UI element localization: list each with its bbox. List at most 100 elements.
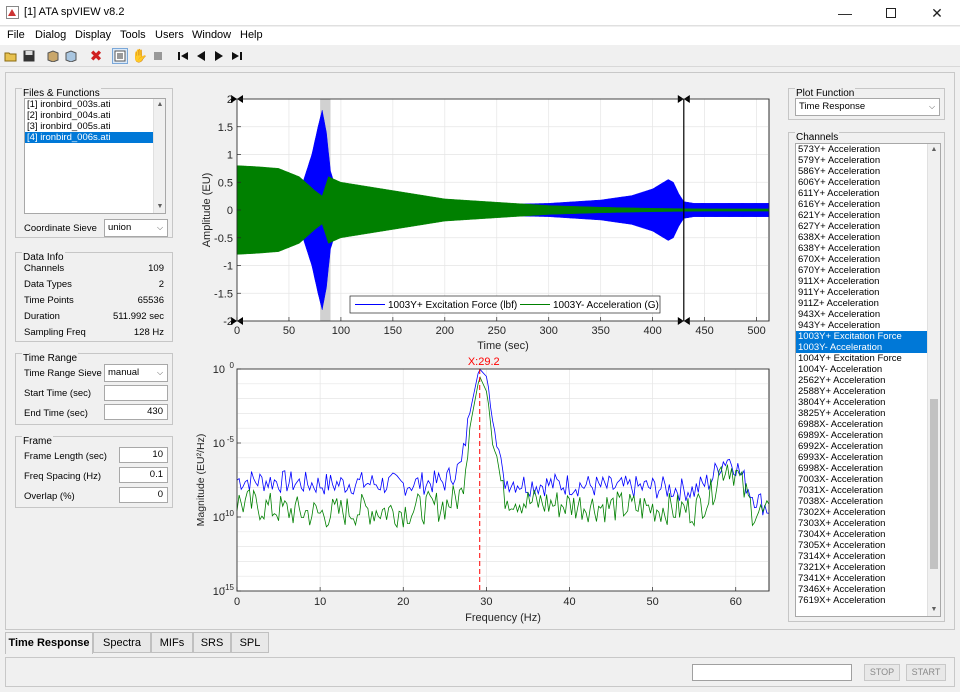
axis-label-y: Amplitude (EU) (201, 173, 213, 248)
channel-list-item[interactable]: 6993X- Acceleration (796, 452, 927, 463)
tab-spl[interactable]: SPL (231, 632, 269, 653)
channel-list-item[interactable]: 7038X- Acceleration (796, 496, 927, 507)
channel-list-item[interactable]: 638Y+ Acceleration (796, 243, 927, 254)
file-list-item[interactable]: [3] ironbird_005s.ati (25, 121, 165, 132)
channel-list-item[interactable]: 7321X+ Acceleration (796, 562, 927, 573)
save-icon[interactable] (21, 48, 37, 64)
pan-hand-icon[interactable]: ✋ (132, 48, 148, 64)
channel-list-item[interactable]: 3825Y+ Acceleration (796, 408, 927, 419)
channels-listbox[interactable]: 573Y+ Acceleration 579Y+ Acceleration 586Y… (795, 143, 941, 617)
progress-box (692, 664, 852, 681)
channel-list-item[interactable]: 611Y+ Acceleration (796, 188, 927, 199)
freq-spacing-input[interactable]: 0.1 (119, 467, 168, 483)
menu-dialog[interactable]: Dialog (35, 29, 66, 41)
data-info-title: Data Info (22, 252, 65, 263)
time-range-sieve-select[interactable]: manual ⌵ (104, 364, 168, 382)
channel-list-item[interactable]: 616Y+ Acceleration (796, 199, 927, 210)
channel-list-item[interactable]: 586Y+ Acceleration (796, 166, 927, 177)
start-time-input[interactable] (104, 385, 168, 401)
chevron-down-icon: ⌵ (156, 223, 164, 232)
scroll-down-icon[interactable]: ▼ (928, 604, 940, 616)
channel-list-item[interactable]: 7031X- Acceleration (796, 485, 927, 496)
channel-list-item[interactable]: 670X+ Acceleration (796, 254, 927, 265)
box-alt-icon[interactable] (63, 48, 79, 64)
channel-list-item[interactable]: 6989X- Acceleration (796, 430, 927, 441)
menu-display[interactable]: Display (75, 29, 111, 41)
coordinate-sieve-select[interactable]: union ⌵ (104, 219, 168, 237)
open-folder-icon[interactable] (3, 48, 19, 64)
channel-list-item[interactable]: 7305X+ Acceleration (796, 540, 927, 551)
channel-list-item[interactable]: 7314X+ Acceleration (796, 551, 927, 562)
menu-users[interactable]: Users (155, 29, 184, 41)
box-icon[interactable] (45, 48, 61, 64)
scroll-up-icon[interactable]: ▲ (154, 99, 165, 111)
channel-list-item[interactable]: 621Y+ Acceleration (796, 210, 927, 221)
overlap-input[interactable]: 0 (119, 487, 168, 503)
tab-srs[interactable]: SRS (193, 632, 231, 653)
tab-spectra[interactable]: Spectra (93, 632, 151, 653)
last-icon[interactable] (229, 48, 245, 64)
channel-list-item[interactable]: 7619X+ Acceleration (796, 595, 927, 606)
channel-list-item[interactable]: 3804Y+ Acceleration (796, 397, 927, 408)
scroll-down-icon[interactable]: ▼ (154, 201, 165, 213)
plot-function-select[interactable]: Time Response ⌵ (795, 98, 940, 116)
close-button[interactable]: ✕ (914, 0, 960, 26)
file-list-item[interactable]: [4] ironbird_006s.ati (25, 132, 165, 143)
channel-list-item[interactable]: 573Y+ Acceleration (796, 144, 927, 155)
menu-tools[interactable]: Tools (120, 29, 146, 41)
tick-label-x: 250 (488, 325, 506, 337)
first-icon[interactable] (175, 48, 191, 64)
channel-list-item[interactable]: 1003Y- Acceleration (796, 342, 927, 353)
channel-list-item[interactable]: 7341X+ Acceleration (796, 573, 927, 584)
maximize-button[interactable] (868, 0, 914, 26)
spectrum-plot[interactable]: X:29.20 10 20 30 40 50 6010-1510-1010 -510 0Freq… (195, 356, 770, 624)
start-button[interactable]: START (906, 664, 946, 681)
menu-help[interactable]: Help (240, 29, 263, 41)
channel-list-item[interactable]: 627Y+ Acceleration (796, 221, 927, 232)
channel-list-item[interactable]: 7304X+ Acceleration (796, 529, 927, 540)
channel-list-item[interactable]: 7302X+ Acceleration (796, 507, 927, 518)
channel-list-item[interactable]: 606Y+ Acceleration (796, 177, 927, 188)
tab-mifs[interactable]: MIFs (151, 632, 193, 653)
prev-icon[interactable] (193, 48, 209, 64)
channel-list-item[interactable]: 2562Y+ Acceleration (796, 375, 927, 386)
channel-list-item[interactable]: 943Y+ Acceleration (796, 320, 927, 331)
channel-list-item[interactable]: 7303X+ Acceleration (796, 518, 927, 529)
channel-list-item[interactable]: 579Y+ Acceleration (796, 155, 927, 166)
channel-list-item[interactable]: 1004Y+ Excitation Force (796, 353, 927, 364)
list-icon[interactable] (112, 48, 128, 64)
tab-time-response[interactable]: Time Response (5, 632, 93, 654)
scroll-up-icon[interactable]: ▲ (928, 144, 940, 156)
end-time-input[interactable]: 430 (104, 404, 168, 420)
frame-length-input[interactable]: 10 (119, 447, 168, 463)
menu-file[interactable]: File (7, 29, 25, 41)
channel-list-item[interactable]: 6988X- Acceleration (796, 419, 927, 430)
tick-label-x: 150 (384, 325, 402, 337)
channel-list-item[interactable]: 7003X- Acceleration (796, 474, 927, 485)
channel-list-item[interactable]: 911Y+ Acceleration (796, 287, 927, 298)
channel-list-item[interactable]: 7346X+ Acceleration (796, 584, 927, 595)
channel-list-item[interactable]: 6998X- Acceleration (796, 463, 927, 474)
menu-window[interactable]: Window (192, 29, 231, 41)
stop-button[interactable]: STOP (864, 664, 900, 681)
scroll-thumb[interactable] (930, 399, 938, 569)
channel-list-item[interactable]: 2588Y+ Acceleration (796, 386, 927, 397)
next-icon[interactable] (211, 48, 227, 64)
channel-list-item[interactable]: 1003Y+ Excitation Force (796, 331, 927, 342)
channel-list-item[interactable]: 670Y+ Acceleration (796, 265, 927, 276)
file-list-item[interactable]: [1] ironbird_003s.ati (25, 99, 165, 110)
time-response-plot[interactable]: 0 50 100 150 200 250 300 350 400 450 500 -2 -1.5 -1 -0… (201, 94, 770, 352)
channel-list-item[interactable]: 911X+ Acceleration (796, 276, 927, 287)
file-list-item[interactable]: [2] ironbird_004s.ati (25, 110, 165, 121)
files-scrollbar[interactable]: ▲ ▼ (153, 99, 165, 213)
channels-scrollbar[interactable]: ▲ ▼ (927, 144, 940, 616)
cursor-icon[interactable] (150, 48, 166, 64)
channel-list-item[interactable]: 943X+ Acceleration (796, 309, 927, 320)
minimize-button[interactable]: — (822, 0, 868, 26)
delete-icon[interactable]: ✖ (88, 48, 104, 65)
channel-list-item[interactable]: 6992X- Acceleration (796, 441, 927, 452)
channel-list-item[interactable]: 1004Y- Acceleration (796, 364, 927, 375)
channel-list-item[interactable]: 911Z+ Acceleration (796, 298, 927, 309)
channel-list-item[interactable]: 638X+ Acceleration (796, 232, 927, 243)
files-listbox[interactable]: [1] ironbird_003s.ati [2] ironbird_004s.a… (24, 98, 166, 214)
